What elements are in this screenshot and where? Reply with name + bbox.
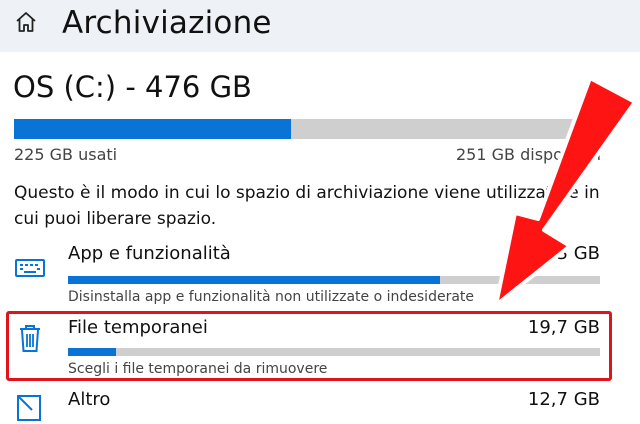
- item-description: Disinstalla app e funzionalità non utili…: [68, 289, 475, 305]
- storage-description: Questo è il modo in cui lo spazio di arc…: [14, 183, 600, 229]
- free-label: 251 GB disponibili: [456, 145, 602, 164]
- drive-usage-bar: [14, 119, 600, 139]
- home-icon[interactable]: [14, 10, 38, 34]
- item-name: Altro: [68, 389, 111, 410]
- item-usage-fill: [68, 276, 441, 284]
- drive-usage-fill: [14, 119, 291, 139]
- item-usage-bar: [68, 276, 600, 284]
- keyboard-icon: [15, 259, 45, 277]
- item-size: 12,7 GB: [527, 389, 600, 410]
- header: Archiviazione: [0, 0, 640, 52]
- highlight-box: [6, 311, 612, 381]
- item-name: App e funzionalità: [68, 243, 231, 264]
- other-icon: [17, 395, 41, 421]
- used-label: 225 GB usati: [14, 145, 118, 164]
- item-size: 23,3 GB: [527, 243, 600, 264]
- drive-title: OS (C:) - 476 GB: [13, 70, 252, 104]
- page-title: Archiviazione: [62, 5, 272, 41]
